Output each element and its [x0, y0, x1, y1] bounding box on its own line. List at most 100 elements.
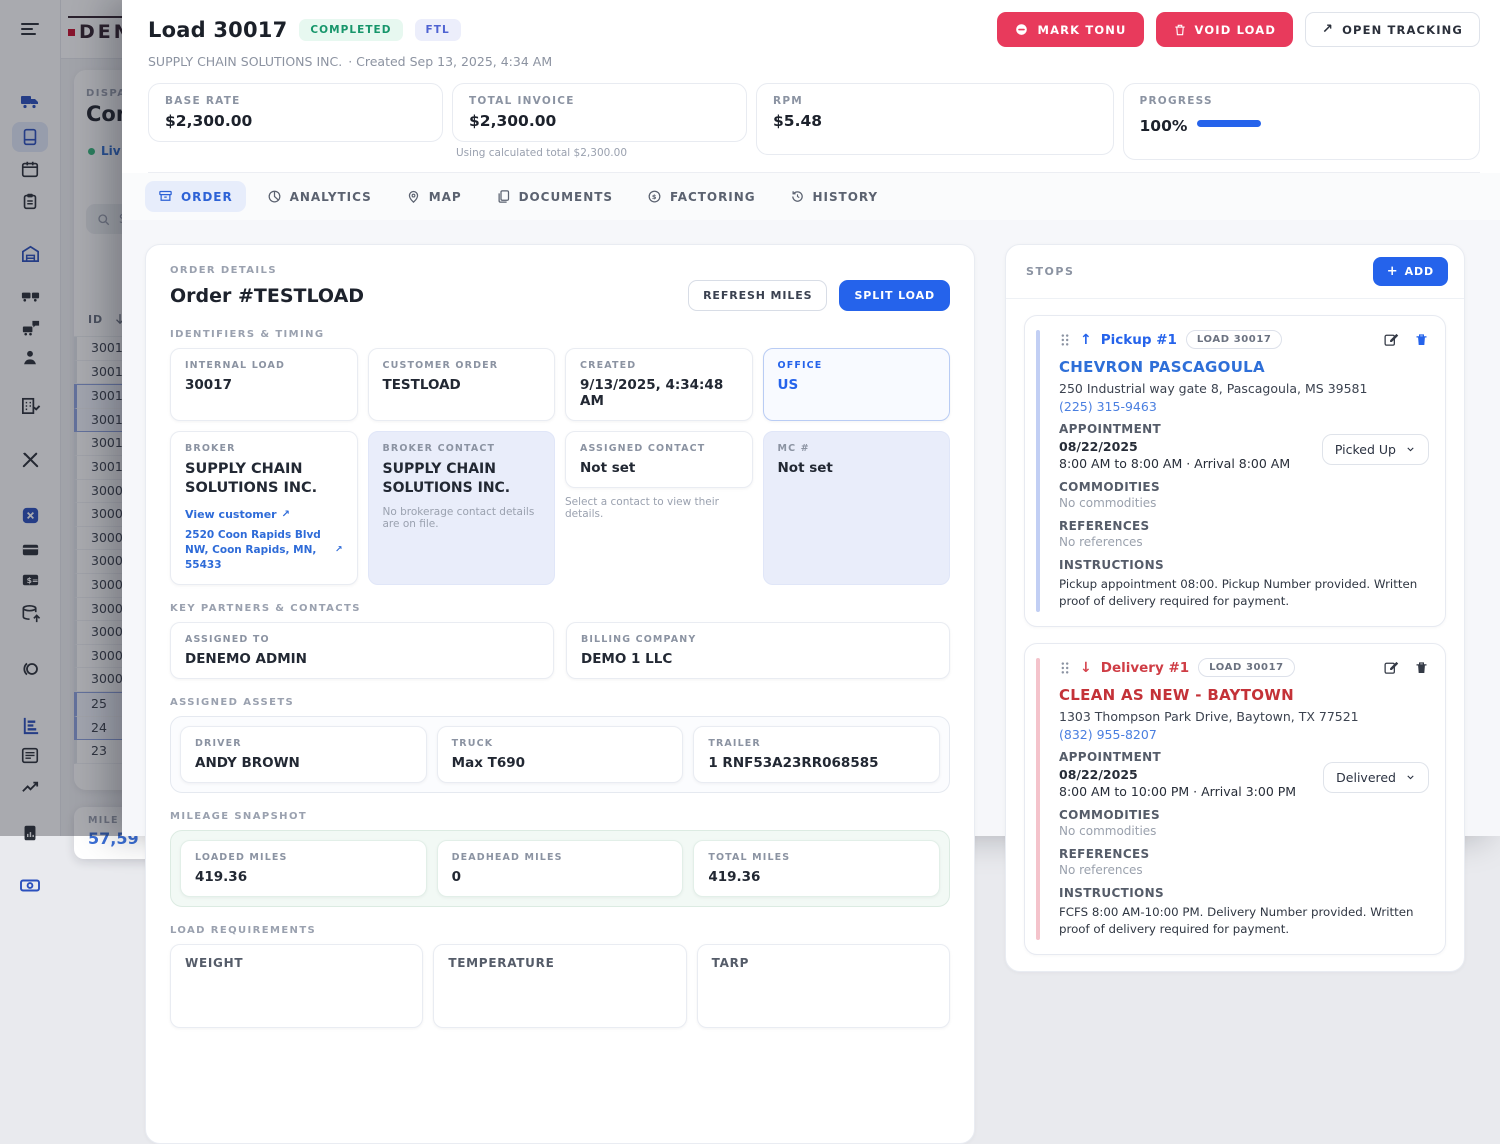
deadhead-miles-card: DEADHEAD MILES 0: [437, 840, 684, 897]
tab-history[interactable]: HISTORY: [777, 181, 892, 212]
add-stop-button[interactable]: + ADD: [1373, 257, 1448, 286]
external-link-icon: ↗: [282, 509, 290, 520]
broker-card: BROKER SUPPLY CHAIN SOLUTIONS INC. View …: [170, 431, 358, 585]
tab-map-label: MAP: [429, 190, 462, 204]
mark-tonu-button[interactable]: MARK TONU: [997, 12, 1143, 47]
assigned-contact-label: ASSIGNED CONTACT: [580, 443, 738, 454]
view-customer-link[interactable]: View customer ↗: [185, 508, 343, 521]
billing-company-card: BILLING COMPANY DEMO 1 LLC: [566, 622, 950, 679]
load-detail-modal: Load 30017 COMPLETED FTL MARK TONU VOID …: [122, 0, 1500, 836]
trailer-card[interactable]: TRAILER 1 RNF53A23RR068585: [693, 726, 940, 783]
svg-text:$: $: [652, 193, 657, 201]
appointment-window: 8:00 AM to 10:00 PM · Arrival 3:00 PM: [1059, 784, 1296, 799]
external-link-icon: ↗: [335, 544, 343, 557]
order-title: Order #TESTLOAD: [170, 285, 364, 307]
map-pin-icon: [406, 189, 421, 204]
total-invoice-note: Using calculated total $2,300.00: [452, 147, 747, 159]
tarp-card[interactable]: TARP: [697, 944, 950, 1028]
office-field[interactable]: OFFICE US: [763, 348, 951, 421]
banknote-icon: [19, 874, 41, 896]
open-tracking-button[interactable]: ↗ OPEN TRACKING: [1305, 12, 1480, 47]
assigned-to-label: ASSIGNED TO: [185, 634, 539, 645]
driver-value: ANDY BROWN: [195, 755, 412, 771]
truck-card[interactable]: TRUCK Max T690: [437, 726, 684, 783]
refresh-miles-button[interactable]: REFRESH MILES: [688, 280, 827, 311]
trash-icon[interactable]: [1414, 660, 1429, 676]
loaded-miles-card: LOADED MILES 419.36: [180, 840, 427, 897]
order-details-card: ORDER DETAILS Order #TESTLOAD REFRESH MI…: [145, 244, 975, 1144]
open-tracking-label: OPEN TRACKING: [1342, 23, 1463, 37]
tab-bar: ORDER ANALYTICS MAP DOCUMENTS $ FACTORIN…: [122, 173, 1500, 220]
rpm-card: RPM $5.48: [756, 83, 1114, 155]
driver-card[interactable]: DRIVER ANDY BROWN: [180, 726, 427, 783]
void-load-label: VOID LOAD: [1195, 23, 1276, 37]
broker-address-link[interactable]: 2520 Coon Rapids Blvd NW, Coon Rapids, M…: [185, 528, 343, 574]
base-rate-label: BASE RATE: [165, 95, 426, 107]
driver-label: DRIVER: [195, 738, 412, 749]
tab-factoring[interactable]: $ FACTORING: [634, 181, 769, 212]
split-load-button[interactable]: SPLIT LOAD: [839, 280, 950, 311]
total-invoice-label: TOTAL INVOICE: [469, 95, 730, 107]
stop-status-dropdown[interactable]: Picked Up: [1322, 434, 1429, 465]
drag-handle-icon[interactable]: [1059, 661, 1071, 675]
deadhead-miles-label: DEADHEAD MILES: [452, 852, 669, 863]
trash-icon[interactable]: [1414, 332, 1429, 348]
tab-factoring-label: FACTORING: [670, 190, 756, 204]
tab-order[interactable]: ORDER: [145, 181, 246, 212]
progress-bar: [1197, 120, 1261, 127]
assigned-contact-card[interactable]: ASSIGNED CONTACT Not set: [565, 431, 753, 488]
temperature-card[interactable]: TEMPERATURE: [433, 944, 686, 1028]
stats-row: BASE RATE $2,300.00 TOTAL INVOICE $2,300…: [148, 83, 1480, 160]
total-invoice-value: $2,300.00: [469, 112, 730, 130]
tab-analytics[interactable]: ANALYTICS: [254, 181, 385, 212]
appointment-window: 8:00 AM to 8:00 AM · Arrival 8:00 AM: [1059, 456, 1290, 471]
weight-card[interactable]: WEIGHT: [170, 944, 423, 1028]
customer-order-value: TESTLOAD: [383, 377, 541, 393]
stop-kind: Pickup #1: [1101, 332, 1177, 348]
edit-icon[interactable]: [1383, 331, 1400, 348]
deadhead-miles-value: 0: [452, 869, 669, 885]
internal-load-value: 30017: [185, 377, 343, 393]
stop-kind: Delivery #1: [1101, 660, 1189, 676]
tab-history-label: HISTORY: [813, 190, 879, 204]
stop-location-name[interactable]: CHEVRON PASCAGOULA: [1059, 358, 1429, 376]
pickup-arrow-icon: ↑: [1080, 332, 1092, 348]
tab-documents[interactable]: DOCUMENTS: [483, 181, 626, 212]
sidebar-item-payroll[interactable]: [12, 870, 48, 900]
stops-title: STOPS: [1026, 265, 1074, 278]
stop-status-dropdown[interactable]: Delivered: [1323, 762, 1429, 793]
stop-load-chip: LOAD 30017: [1198, 658, 1295, 677]
created-label: CREATED: [580, 360, 738, 371]
trailer-label: TRAILER: [708, 738, 925, 749]
internal-load-field: INTERNAL LOAD 30017: [170, 348, 358, 421]
stop-phone-link[interactable]: (832) 955-8207: [1059, 727, 1429, 742]
assets-section-label: ASSIGNED ASSETS: [170, 697, 950, 708]
edit-icon[interactable]: [1383, 659, 1400, 676]
customer-order-field[interactable]: CUSTOMER ORDER TESTLOAD: [368, 348, 556, 421]
assigned-contact-value: Not set: [580, 460, 738, 476]
trailer-value: 1 RNF53A23RR068585: [708, 755, 925, 771]
mileage-container: LOADED MILES 419.36 DEADHEAD MILES 0 TOT…: [170, 830, 950, 907]
progress-value: 100%: [1140, 117, 1188, 135]
tab-map[interactable]: MAP: [393, 181, 475, 212]
references-label: REFERENCES: [1059, 847, 1429, 861]
drag-handle-icon[interactable]: [1059, 333, 1071, 347]
stop-location-name[interactable]: CLEAN AS NEW - BAYTOWN: [1059, 686, 1429, 704]
mark-tonu-label: MARK TONU: [1037, 23, 1126, 37]
mc-number-value: Not set: [778, 460, 936, 476]
stop-phone-link[interactable]: (225) 315-9463: [1059, 399, 1429, 414]
total-invoice-card: TOTAL INVOICE $2,300.00: [452, 83, 747, 142]
billing-company-label: BILLING COMPANY: [581, 634, 935, 645]
modal-header: Load 30017 COMPLETED FTL MARK TONU VOID …: [122, 0, 1500, 173]
total-miles-card: TOTAL MILES 419.36: [693, 840, 940, 897]
mileage-section-label: MILEAGE SNAPSHOT: [170, 811, 950, 822]
void-load-button[interactable]: VOID LOAD: [1156, 12, 1293, 47]
mc-number-label: MC #: [778, 443, 936, 454]
references-label: REFERENCES: [1059, 519, 1429, 533]
header-created: · Created Sep 13, 2025, 4:34 AM: [348, 54, 552, 69]
stop-card-delivery: ↓ Delivery #1 LOAD 30017 CLEAN AS NEW - …: [1024, 643, 1446, 955]
tarp-label: TARP: [712, 956, 935, 970]
minus-circle-icon: [1014, 22, 1029, 37]
stop-status-value: Delivered: [1336, 770, 1396, 785]
loaded-miles-label: LOADED MILES: [195, 852, 412, 863]
